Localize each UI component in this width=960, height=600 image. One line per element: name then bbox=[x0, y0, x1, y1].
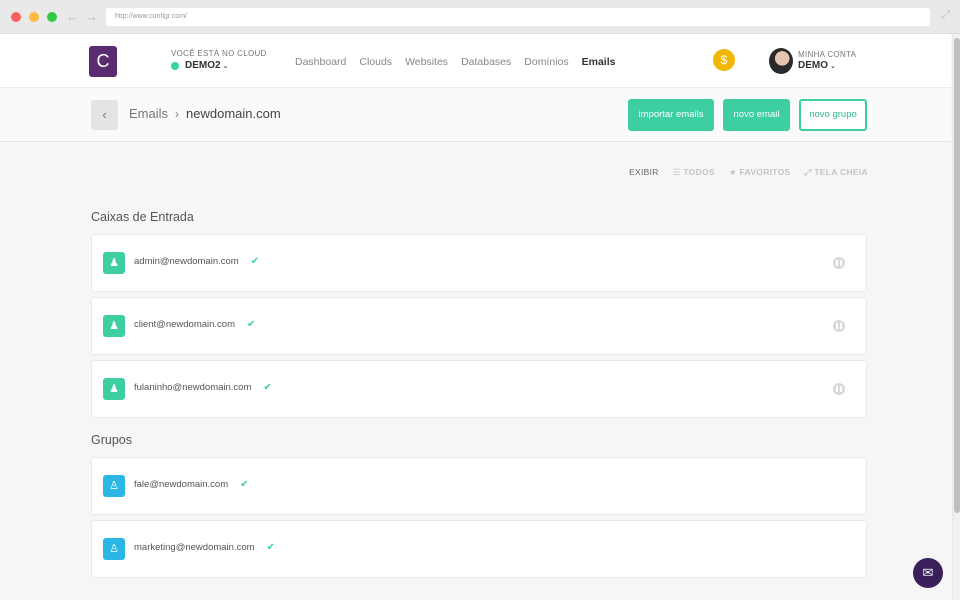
nav-dominios[interactable]: Domínios bbox=[524, 56, 568, 68]
filter-label: EXIBIR bbox=[629, 167, 659, 177]
inboxes-title: Caixas de Entrada bbox=[91, 210, 194, 224]
chat-bubble-icon[interactable]: ✉ bbox=[913, 558, 943, 588]
new-email-button[interactable]: novo email bbox=[723, 99, 790, 131]
account-label: MINHA CONTA bbox=[798, 50, 857, 59]
email-address-text: fulaninho@newdomain.com bbox=[134, 382, 252, 393]
email-address: marketing@newdomain.com ✔ bbox=[134, 542, 275, 553]
list-item[interactable]: ♙ fale@newdomain.com ✔ bbox=[91, 457, 867, 515]
groups-title: Grupos bbox=[91, 433, 132, 447]
list-icon: ☰ bbox=[672, 167, 681, 177]
check-icon: ✔ bbox=[240, 479, 249, 490]
pause-icon[interactable] bbox=[833, 257, 845, 269]
window-minimize-button[interactable] bbox=[29, 12, 39, 22]
view-filters: EXIBIR ☰ TODOS ★ FAVORITOS ⤢ TELA CHEIA bbox=[629, 167, 868, 178]
new-group-button[interactable]: novo grupo bbox=[799, 99, 867, 131]
list-item[interactable]: ♟ admin@newdomain.com ✔ bbox=[91, 234, 867, 292]
chevron-left-icon: ‹ bbox=[102, 107, 107, 122]
arrow-right-icon[interactable]: → bbox=[85, 8, 98, 26]
chevron-down-icon: ⌄ bbox=[830, 63, 836, 70]
email-address-text: marketing@newdomain.com bbox=[134, 542, 255, 553]
group-icon: ♙ bbox=[103, 475, 125, 497]
arrow-left-icon[interactable]: ← bbox=[66, 8, 79, 26]
user-icon: ♟ bbox=[103, 378, 125, 400]
email-address-text: fale@newdomain.com bbox=[134, 479, 229, 490]
nav-clouds[interactable]: Clouds bbox=[359, 56, 392, 68]
list-item[interactable]: ♙ marketing@newdomain.com ✔ bbox=[91, 520, 867, 578]
import-emails-button[interactable]: importar emails bbox=[628, 99, 714, 131]
breadcrumb-parent[interactable]: Emails bbox=[129, 106, 168, 121]
check-icon: ✔ bbox=[263, 382, 272, 393]
filter-all-label: TODOS bbox=[683, 167, 715, 177]
star-icon: ★ bbox=[728, 167, 737, 177]
chevron-right-icon: › bbox=[175, 106, 180, 121]
app-header: C VOCÊ ESTÁ NO CLOUD DEMO2 ⌄ Dashboard C… bbox=[0, 34, 951, 88]
app-logo[interactable]: C bbox=[89, 46, 117, 77]
fullscreen-icon: ⤢ bbox=[804, 167, 812, 177]
user-icon: ♟ bbox=[103, 315, 125, 337]
url-bar[interactable]: http://www.configr.com/ bbox=[106, 8, 930, 26]
email-address-text: client@newdomain.com bbox=[134, 319, 235, 330]
pause-icon[interactable] bbox=[833, 320, 845, 332]
check-icon: ✔ bbox=[266, 542, 275, 553]
browser-chrome: ← → http://www.configr.com/ ⤢ bbox=[0, 0, 960, 34]
credits-coin-icon[interactable]: $ bbox=[713, 49, 735, 71]
avatar[interactable] bbox=[769, 48, 793, 74]
nav-dashboard[interactable]: Dashboard bbox=[295, 56, 346, 68]
group-icon: ♙ bbox=[103, 538, 125, 560]
pause-icon[interactable] bbox=[833, 383, 845, 395]
nav-emails[interactable]: Emails bbox=[582, 56, 616, 68]
cloud-selector[interactable]: DEMO2 ⌄ bbox=[171, 60, 228, 71]
cloud-name: DEMO2 bbox=[185, 60, 221, 71]
filter-favorites[interactable]: ★ FAVORITOS bbox=[729, 167, 791, 178]
main-nav: Dashboard Clouds Websites Databases Domí… bbox=[295, 56, 615, 68]
page-header: ‹ Emails › newdomain.com importar emails… bbox=[0, 88, 951, 142]
account-name: DEMO bbox=[798, 60, 828, 71]
user-icon: ♟ bbox=[103, 252, 125, 274]
expand-icon[interactable]: ⤢ bbox=[941, 9, 950, 22]
scrollbar-thumb[interactable] bbox=[954, 38, 960, 513]
breadcrumb: Emails › newdomain.com bbox=[129, 106, 281, 121]
cloud-label: VOCÊ ESTÁ NO CLOUD bbox=[171, 49, 267, 58]
check-icon: ✔ bbox=[250, 256, 260, 267]
check-icon: ✔ bbox=[247, 319, 256, 330]
email-address: fale@newdomain.com ✔ bbox=[134, 479, 249, 490]
breadcrumb-current: newdomain.com bbox=[186, 106, 281, 121]
scrollbar[interactable] bbox=[952, 34, 960, 600]
list-item[interactable]: ♟ client@newdomain.com ✔ bbox=[91, 297, 867, 355]
email-address: fulaninho@newdomain.com ✔ bbox=[134, 382, 272, 393]
filter-favorites-label: FAVORITOS bbox=[739, 167, 791, 177]
account-menu[interactable]: DEMO ⌄ bbox=[798, 60, 836, 71]
window-close-button[interactable] bbox=[11, 12, 21, 22]
status-dot-icon bbox=[171, 61, 179, 70]
email-address: client@newdomain.com ✔ bbox=[134, 319, 255, 330]
email-address-text: admin@newdomain.com bbox=[134, 256, 239, 267]
email-address: admin@newdomain.com ✔ bbox=[134, 256, 259, 267]
back-button[interactable]: ‹ bbox=[91, 100, 118, 130]
chevron-down-icon: ⌄ bbox=[222, 62, 229, 70]
window-maximize-button[interactable] bbox=[47, 12, 57, 22]
nav-databases[interactable]: Databases bbox=[461, 56, 511, 68]
list-item[interactable]: ♟ fulaninho@newdomain.com ✔ bbox=[91, 360, 867, 418]
filter-all[interactable]: ☰ TODOS bbox=[673, 167, 715, 178]
nav-websites[interactable]: Websites bbox=[405, 56, 448, 68]
filter-fullscreen-label: TELA CHEIA bbox=[814, 167, 868, 177]
filter-fullscreen[interactable]: ⤢ TELA CHEIA bbox=[805, 167, 868, 178]
